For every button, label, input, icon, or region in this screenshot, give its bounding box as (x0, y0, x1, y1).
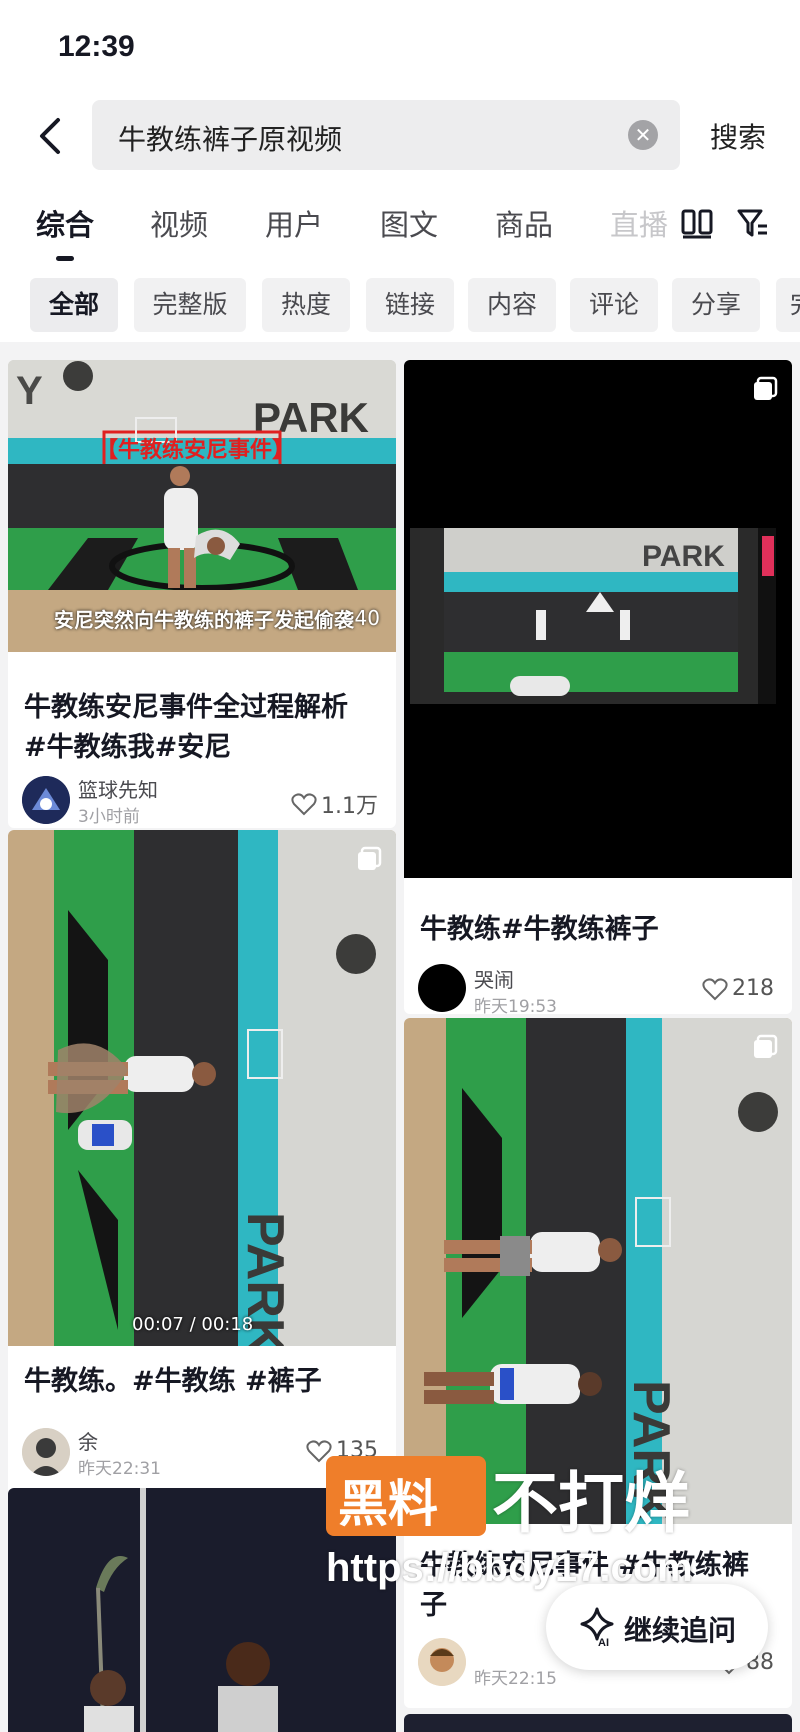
post-time: 昨天22:31 (78, 1459, 161, 1479)
search-query-text: 牛教练裤子原视频 (118, 123, 343, 156)
like-count[interactable]: 1.1万 (291, 788, 378, 820)
watermark-text: 不打烊 (492, 1465, 690, 1542)
chip-comment[interactable]: 评论 (570, 278, 658, 332)
tab-image-text[interactable]: 图文 (380, 202, 438, 244)
chip-full-version[interactable]: 完整版 (134, 278, 246, 332)
tab-users[interactable]: 用户 (265, 202, 323, 244)
chip-content[interactable]: 内容 (468, 278, 556, 332)
layout-toggle-icon[interactable] (680, 206, 714, 240)
search-header: 牛教练裤子原视频 ✕ 搜索 (0, 96, 800, 180)
search-input[interactable]: 牛教练裤子原视频 ✕ (92, 100, 680, 170)
video-duration: 00:07 / 00:18 (132, 1314, 254, 1335)
avatar[interactable] (22, 1428, 70, 1476)
author-name[interactable]: 哭闹 (474, 964, 514, 993)
watermark-logo: 黑料 (326, 1456, 486, 1536)
tab-video[interactable]: 视频 (150, 202, 208, 244)
clear-icon[interactable]: ✕ (628, 120, 658, 150)
chip-more[interactable]: 完 (776, 278, 800, 332)
status-time: 12:39 (58, 30, 135, 63)
video-thumbnail[interactable]: PARK (8, 830, 396, 1346)
search-button[interactable]: 搜索 (710, 116, 766, 156)
tab-live[interactable]: 直播 (610, 202, 668, 244)
thumbnail-caption: 安尼突然向牛教练的裤子发起偷袭 (54, 608, 354, 632)
continue-ask-button[interactable]: AI 继续追问 (546, 1584, 768, 1670)
svg-text:PARK: PARK (642, 540, 725, 573)
avatar[interactable] (22, 776, 70, 824)
result-tabs: 综合 视频 用户 图文 商品 直播 (0, 180, 800, 270)
like-count-value: 218 (732, 976, 774, 1001)
video-thumbnail[interactable]: PARK (404, 1018, 792, 1524)
multi-image-icon (754, 1034, 778, 1058)
ai-tag: AI (598, 1637, 609, 1648)
filter-icon[interactable] (736, 206, 770, 240)
avatar[interactable] (418, 964, 466, 1012)
ai-sparkle-icon: AI (580, 1607, 614, 1648)
continue-ask-label: 继续追问 (624, 1614, 737, 1647)
multi-image-icon (358, 846, 382, 870)
filter-chips: 全部 完整版 热度 链接 内容 评论 分享 完 (0, 270, 800, 342)
avatar[interactable] (418, 1638, 466, 1686)
tab-goods[interactable]: 商品 (495, 202, 553, 244)
result-card[interactable]: PARK 00:07 / 00:18 牛教练。#牛教练 #裤子 (8, 830, 396, 1416)
chip-link[interactable]: 链接 (366, 278, 454, 332)
result-card[interactable] (404, 1714, 792, 1732)
post-time: 3小时前 (78, 807, 140, 827)
chip-all[interactable]: 全部 (30, 278, 118, 332)
result-card[interactable]: Y PARK 【牛教练安尼事件】 安尼突然向牛教练的裤子发起偷袭 40 牛教练安… (8, 360, 396, 828)
card-title: 牛教练。#牛教练 #裤子 (24, 1366, 322, 1397)
like-count[interactable]: 218 (702, 976, 774, 1001)
post-time: 昨天22:15 (474, 1669, 557, 1689)
thumbnail-caption-number: 40 (354, 606, 380, 630)
author-name[interactable]: 余 (78, 1426, 98, 1455)
chip-share[interactable]: 分享 (672, 278, 760, 332)
thumbnail-overlay-title: 【牛教练安尼事件】 (96, 438, 295, 463)
video-thumbnail[interactable]: PARK (404, 360, 792, 878)
post-time: 昨天19:53 (474, 997, 557, 1014)
watermark-box-text: 黑料 (338, 1475, 438, 1533)
multi-image-icon (754, 376, 778, 400)
active-tab-indicator (56, 256, 74, 261)
author-name[interactable]: 篮球先知 (78, 774, 158, 803)
card-title: 牛教练#牛教练裤子 (420, 914, 659, 945)
card-title: 牛教练安尼事件全过程解析 #牛教练我#安尼 (24, 692, 348, 763)
result-card[interactable]: PARK 牛教练#牛教练裤子 哭闹 昨天19:53 218 (404, 360, 792, 1014)
heart-icon (291, 793, 317, 816)
chip-popularity[interactable]: 热度 (262, 278, 350, 332)
svg-text:Y: Y (16, 369, 43, 413)
like-count-value: 1.1万 (321, 794, 378, 819)
heart-icon (702, 977, 728, 1000)
back-arrow-icon[interactable] (30, 114, 74, 158)
status-bar: 12:39 (0, 0, 800, 96)
tab-general[interactable]: 综合 (36, 202, 94, 244)
